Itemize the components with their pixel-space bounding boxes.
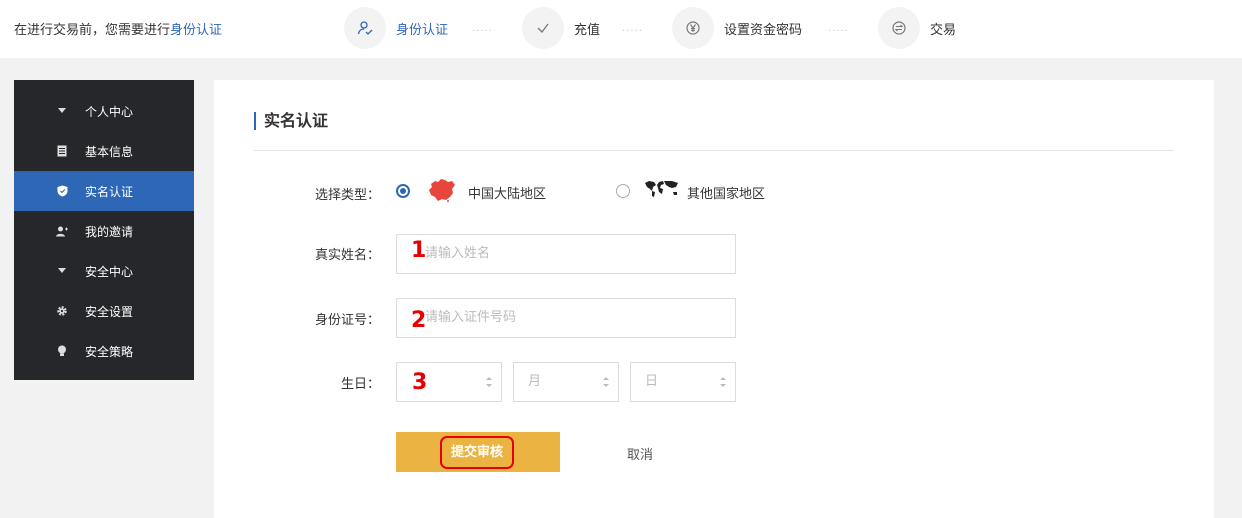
id-number-label: 身份证号：	[314, 313, 380, 328]
step-trade-label: 交易	[930, 22, 957, 38]
radio-other-countries[interactable]	[616, 184, 630, 198]
annotation-1: 1	[411, 238, 427, 263]
option-mainland-china-label: 中国大陆地区	[468, 187, 547, 202]
auth-notice-link[interactable]: 身份认证	[170, 23, 222, 38]
birthday-month-value: 月	[528, 374, 542, 389]
china-map-icon	[428, 178, 456, 206]
sidebar-item-label: 个人中心	[85, 104, 134, 119]
caret-down-icon	[56, 265, 68, 277]
sidebar-item-label: 安全中心	[85, 264, 134, 279]
auth-notice-text: 在进行交易前，您需要进行	[14, 23, 171, 38]
sidebar-item-real-name-auth[interactable]: 实名认证	[14, 171, 194, 211]
exchange-icon	[878, 7, 920, 49]
sidebar-item-label: 安全策略	[85, 344, 134, 359]
sidebar-item-label: 实名认证	[85, 184, 134, 199]
option-other-countries-label: 其他国家地区	[687, 187, 766, 202]
shield-icon	[56, 185, 68, 197]
real-name-auth-panel: 实名认证 选择类型： 中国大陆地区 其他国家地区 真实姓名： 请输入姓名 1 身…	[214, 80, 1214, 518]
title-divider	[254, 150, 1174, 151]
sidebar-item-label: 基本信息	[85, 144, 134, 159]
world-map-icon	[644, 180, 680, 202]
birthday-month-select[interactable]: 月	[513, 362, 619, 402]
step-identity[interactable]: 身份认证	[344, 7, 448, 49]
sidebar-item-basic-info[interactable]: 基本信息	[14, 131, 194, 171]
sidebar-item-personal-center[interactable]: 个人中心	[14, 91, 194, 131]
submit-review-label: 提交审核	[440, 436, 514, 469]
birthday-day-select[interactable]: 日	[630, 362, 736, 402]
caret-down-icon	[56, 105, 68, 117]
spinner-arrows-icon	[486, 377, 492, 387]
name-label: 真实姓名：	[314, 248, 380, 263]
spinner-arrows-icon	[720, 377, 726, 387]
sidebar-item-label: 我的邀请	[85, 224, 134, 239]
cancel-button[interactable]: 取消	[627, 444, 653, 463]
sidebar-item-security-policy[interactable]: 安全策略	[14, 331, 194, 371]
page-title: 实名认证	[254, 112, 328, 130]
user-plus-icon	[56, 225, 68, 237]
real-name-input[interactable]: 请输入姓名	[396, 234, 736, 274]
step-identity-label: 身份认证	[396, 22, 449, 38]
sidebar-item-security-center[interactable]: 安全中心	[14, 251, 194, 291]
bulb-icon	[56, 345, 68, 357]
annotation-3: 3	[411, 370, 429, 395]
radio-mainland-china[interactable]	[396, 184, 410, 198]
step-recharge-label: 充值	[574, 22, 601, 38]
step-separator: ·····	[828, 26, 849, 37]
type-label: 选择类型：	[314, 188, 380, 203]
submit-review-button[interactable]: 提交审核	[396, 432, 560, 472]
document-icon	[56, 145, 68, 157]
step-recharge[interactable]: 充值	[522, 7, 600, 49]
gear-icon	[56, 305, 68, 317]
birthday-label: 生日：	[340, 377, 380, 392]
yen-coin-icon	[672, 7, 714, 49]
user-check-icon	[344, 7, 386, 49]
id-number-input[interactable]: 请输入证件号码	[396, 298, 736, 338]
sidebar-item-security-settings[interactable]: 安全设置	[14, 291, 194, 331]
step-separator: ·····	[472, 26, 493, 37]
sidebar: 个人中心 基本信息 实名认证 我的邀请 安全中心 安全设置 安全策略	[14, 80, 194, 380]
auth-notice: 在进行交易前，您需要进行身份认证	[14, 19, 222, 38]
annotation-2: 2	[411, 308, 427, 333]
step-trade[interactable]: 交易	[878, 7, 956, 49]
top-bar: 在进行交易前，您需要进行身份认证 身份认证 ····· 充值 ····· 设置资…	[0, 0, 1242, 58]
check-icon	[522, 7, 564, 49]
step-separator: ·····	[622, 26, 643, 37]
step-fund-password-label: 设置资金密码	[724, 22, 803, 38]
step-fund-password[interactable]: 设置资金密码	[672, 7, 802, 49]
sidebar-item-label: 安全设置	[85, 304, 134, 319]
birthday-day-value: 日	[645, 374, 659, 389]
sidebar-item-my-invites[interactable]: 我的邀请	[14, 211, 194, 251]
spinner-arrows-icon	[603, 377, 609, 387]
